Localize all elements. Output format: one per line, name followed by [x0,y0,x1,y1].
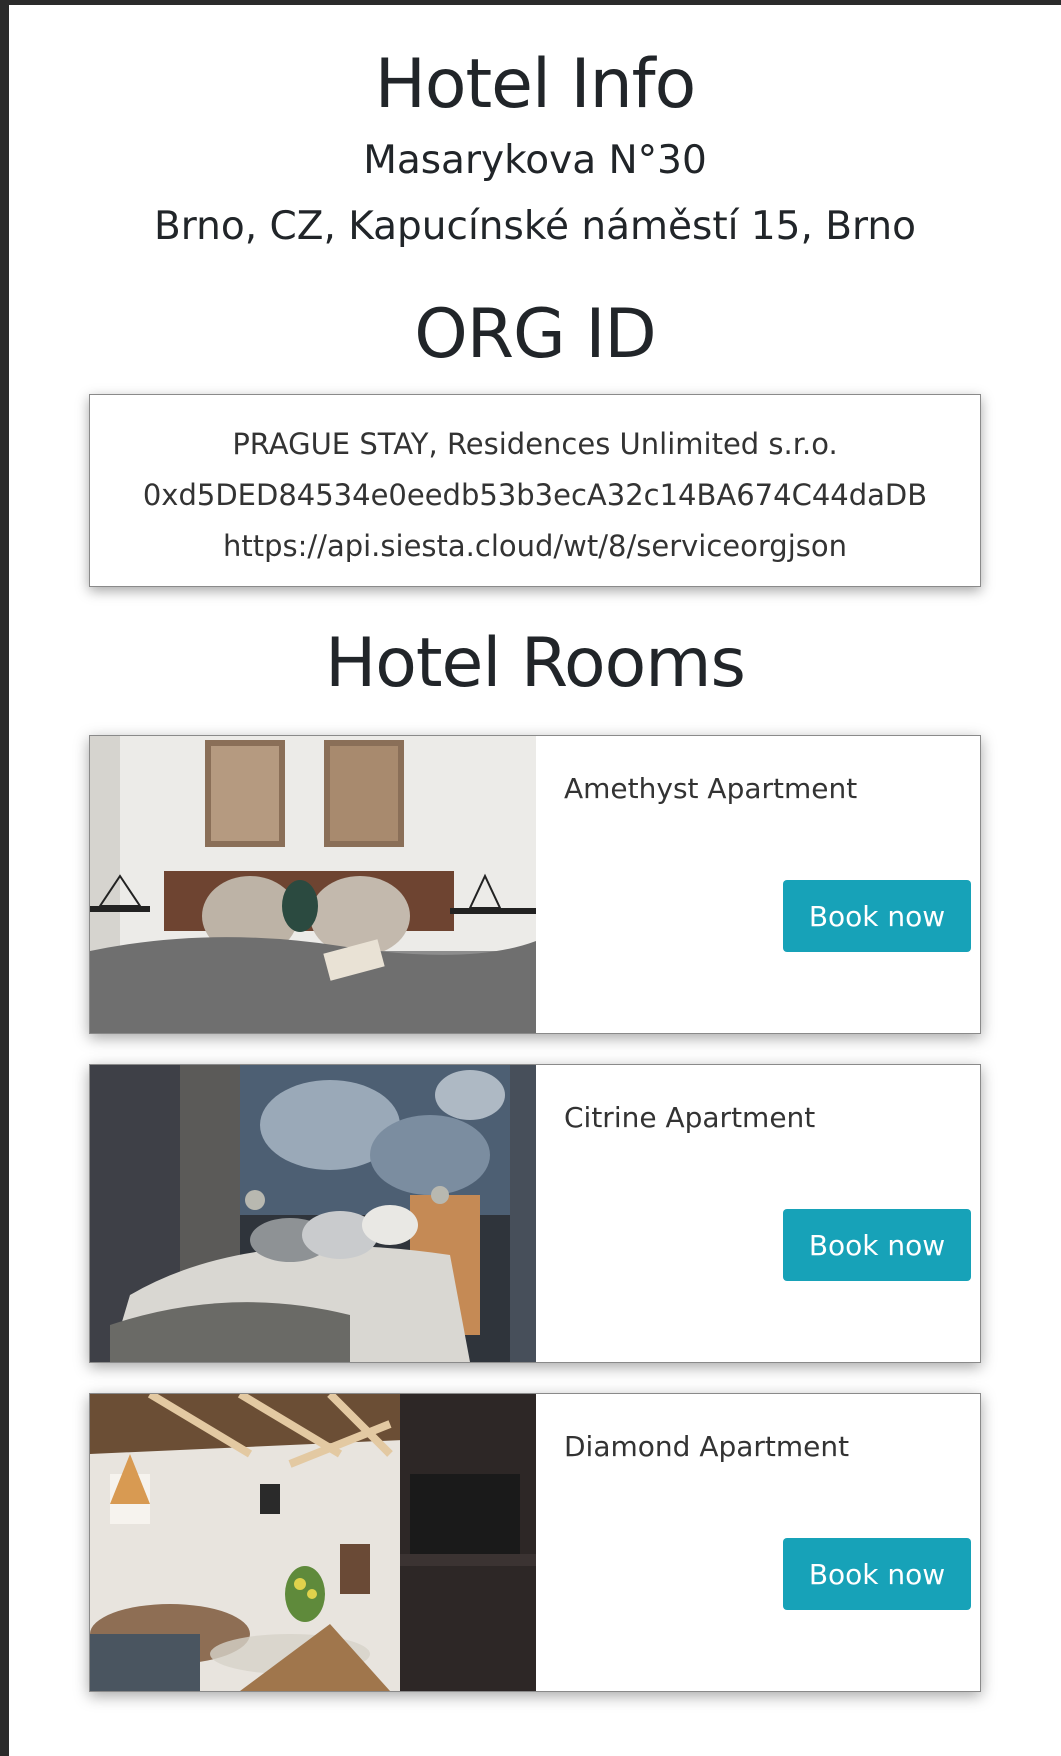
room-image-amethyst [90,736,536,1034]
room-image-citrine [90,1065,536,1363]
room-card: Amethyst Apartment Book now [89,735,981,1035]
org-id-section: ORG ID PRAGUE STAY, Residences Unlimited… [9,294,1061,587]
room-list: Amethyst Apartment Book now Citrine Apar… [9,735,1061,1693]
org-url: https://api.siesta.cloud/wt/8/serviceorg… [223,528,847,563]
hotel-address-line1: Masarykova N°30 [363,137,707,183]
room-name: Citrine Apartment [564,1101,816,1135]
org-id-card: PRAGUE STAY, Residences Unlimited s.r.o.… [89,393,981,587]
hotel-rooms-section: Hotel Rooms Amethyst Apartment Book now … [9,623,1061,1693]
book-now-button[interactable]: Book now [783,880,971,953]
hotel-address-line2: Brno, CZ, Kapucínské náměstí 15, Brno [154,204,916,250]
org-address: 0xd5DED84534e0eedb53b3ecA32c14BA674C44da… [142,477,928,512]
hotel-info-title: Hotel Info [374,45,696,124]
book-now-button[interactable]: Book now [783,1538,971,1611]
page-container: Hotel Info Masarykova N°30 Brno, CZ, Kap… [9,5,1061,1722]
room-card: Diamond Apartment Book now [89,1393,981,1693]
hotel-rooms-title: Hotel Rooms [325,623,746,703]
book-now-button[interactable]: Book now [783,1209,971,1282]
window-frame-left [0,0,9,1756]
room-details: Amethyst Apartment Book now [536,736,980,1033]
hotel-info-section: Hotel Info Masarykova N°30 Brno, CZ, Kap… [9,44,1061,251]
room-details: Citrine Apartment Book now [536,1065,980,1362]
room-name: Amethyst Apartment [564,772,858,806]
org-name: PRAGUE STAY, Residences Unlimited s.r.o. [232,426,838,461]
room-card: Citrine Apartment Book now [89,1064,981,1364]
room-name: Diamond Apartment [564,1430,850,1464]
room-details: Diamond Apartment Book now [536,1394,980,1691]
room-image-diamond [90,1394,536,1692]
org-id-title: ORG ID [414,295,657,375]
